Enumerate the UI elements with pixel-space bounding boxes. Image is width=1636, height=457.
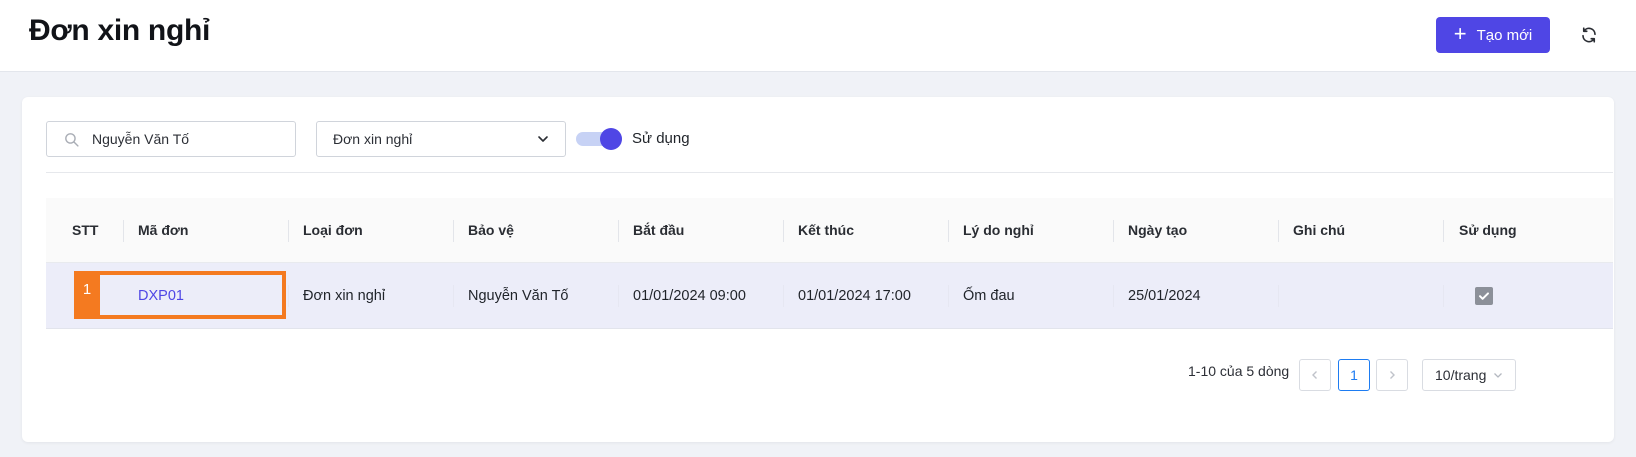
column-separator	[1113, 285, 1114, 307]
toggle-knob	[600, 128, 622, 150]
column-separator	[618, 285, 619, 307]
chevron-left-icon	[1312, 371, 1317, 379]
chevron-down-icon	[538, 136, 548, 142]
column-header-type: Loại đơn	[303, 222, 363, 238]
content-card: Nguyễn Văn Tố Đơn xin nghỉ Sử dụng STT M…	[22, 97, 1614, 442]
table-body: 1 DXP01 Đơn xin nghỉ Nguyễn Văn Tố 01/01…	[46, 263, 1613, 329]
search-icon	[65, 132, 79, 147]
page-size-value: 10/trang	[1435, 367, 1487, 383]
cell-guard: Nguyễn Văn Tố	[468, 287, 569, 304]
column-header-stt: STT	[72, 222, 99, 238]
column-separator	[288, 220, 289, 242]
column-separator	[453, 285, 454, 307]
chevron-down-icon	[1494, 373, 1502, 378]
cell-start: 01/01/2024 09:00	[633, 287, 746, 304]
column-separator	[948, 220, 949, 242]
create-button[interactable]: + Tạo mới	[1436, 17, 1550, 53]
chevron-right-icon	[1390, 371, 1395, 379]
column-header-note: Ghi chú	[1293, 222, 1346, 238]
cell-type: Đơn xin nghỉ	[303, 287, 386, 304]
column-header-guard: Bảo vệ	[468, 222, 514, 238]
column-separator	[288, 285, 289, 307]
type-select[interactable]: Đơn xin nghỉ	[316, 121, 566, 157]
column-separator	[1278, 220, 1279, 242]
cell-reason: Ốm đau	[963, 287, 1015, 304]
row-index: 1	[74, 271, 100, 319]
column-header-end: Kết thúc	[798, 222, 854, 238]
check-icon	[1479, 291, 1489, 300]
search-value: Nguyễn Văn Tố	[92, 131, 190, 147]
toggle-label: Sử dụng	[632, 130, 690, 147]
cell-created: 25/01/2024	[1128, 287, 1201, 304]
search-input[interactable]: Nguyễn Văn Tố	[46, 121, 296, 157]
order-code-link[interactable]: DXP01	[138, 263, 184, 328]
column-separator	[1278, 285, 1279, 307]
requests-table: STT Mã đơn Loại đơn Bảo vệ Bắt đầu Kết t…	[46, 198, 1613, 329]
column-header-reason: Lý do nghỉ	[963, 222, 1034, 238]
divider	[46, 172, 1613, 173]
column-separator	[783, 220, 784, 242]
column-header-created: Ngày tạo	[1128, 222, 1188, 238]
column-header-start: Bắt đầu	[633, 222, 685, 238]
column-header-active: Sử dụng	[1459, 222, 1517, 238]
active-checkbox[interactable]	[1475, 286, 1493, 305]
column-separator	[783, 285, 784, 307]
column-separator	[618, 220, 619, 242]
type-select-value: Đơn xin nghỉ	[333, 131, 413, 147]
column-header-code: Mã đơn	[138, 222, 189, 238]
page-title: Đơn xin nghỉ	[29, 14, 211, 47]
column-separator	[948, 285, 949, 307]
refresh-icon	[1582, 27, 1596, 43]
page-header: Đơn xin nghỉ + Tạo mới	[0, 0, 1636, 72]
plus-icon: +	[1453, 21, 1467, 46]
table-header: STT Mã đơn Loại đơn Bảo vệ Bắt đầu Kết t…	[46, 198, 1613, 263]
cell-end: 01/01/2024 17:00	[798, 287, 911, 304]
page-size-select[interactable]: 10/trang	[1422, 359, 1516, 391]
column-separator	[1113, 220, 1114, 242]
cell-active	[1475, 263, 1493, 328]
active-toggle[interactable]	[576, 128, 622, 150]
pagination-summary: 1-10 của 5 dòng	[1188, 363, 1290, 379]
create-button-label: Tạo mới	[1476, 26, 1533, 44]
column-separator	[123, 220, 124, 242]
column-separator	[1443, 285, 1444, 307]
column-separator	[1443, 220, 1444, 242]
refresh-button[interactable]	[1574, 20, 1604, 50]
page-button-1[interactable]: 1	[1338, 359, 1370, 391]
column-separator	[453, 220, 454, 242]
next-page-button[interactable]	[1376, 359, 1408, 391]
table-row[interactable]: 1 DXP01 Đơn xin nghỉ Nguyễn Văn Tố 01/01…	[46, 263, 1613, 329]
prev-page-button[interactable]	[1299, 359, 1331, 391]
